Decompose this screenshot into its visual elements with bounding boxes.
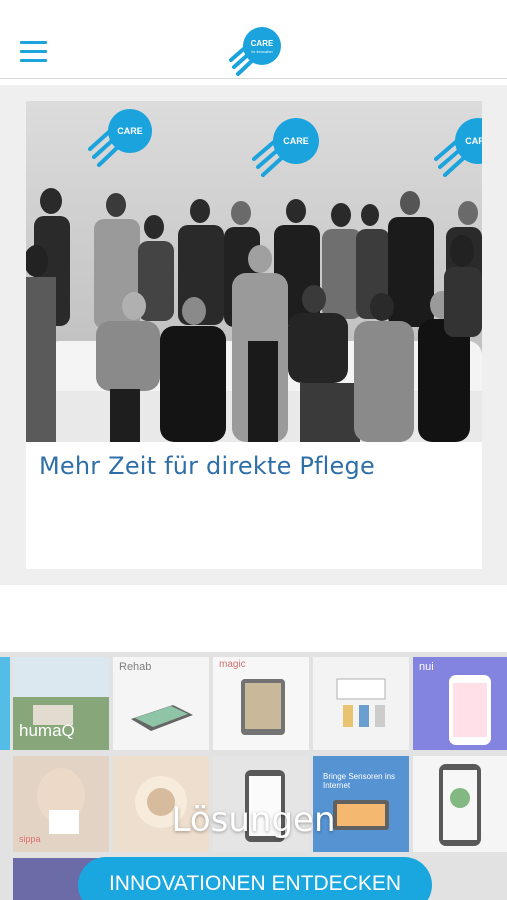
svg-text:CARE: CARE <box>283 136 309 146</box>
svg-text:CARE: CARE <box>251 39 274 48</box>
discover-innovations-button[interactable]: INNOVATIONEN ENTDECKEN <box>78 857 432 900</box>
site-header: CARE for Innovation <box>0 0 507 79</box>
solutions-section: humaQ Rehab magic nui sippa Bringe Senso… <box>0 652 507 900</box>
svg-text:for Innovation: for Innovation <box>251 50 272 54</box>
hero-card[interactable]: CARE CARE CARE <box>26 101 482 569</box>
care-logo-mark: CARE for Innovation <box>229 27 281 76</box>
hamburger-menu-icon[interactable] <box>20 41 48 63</box>
hero-title[interactable]: Mehr Zeit für direkte Pflege <box>39 452 375 480</box>
hero-section: CARE CARE CARE <box>0 85 507 585</box>
team-photo: CARE CARE CARE <box>26 101 482 442</box>
svg-text:CARE: CARE <box>117 126 143 136</box>
solutions-title: Lösungen <box>171 800 336 840</box>
care-logo[interactable]: CARE for Innovation <box>228 26 282 78</box>
svg-text:CARE: CARE <box>465 136 482 146</box>
